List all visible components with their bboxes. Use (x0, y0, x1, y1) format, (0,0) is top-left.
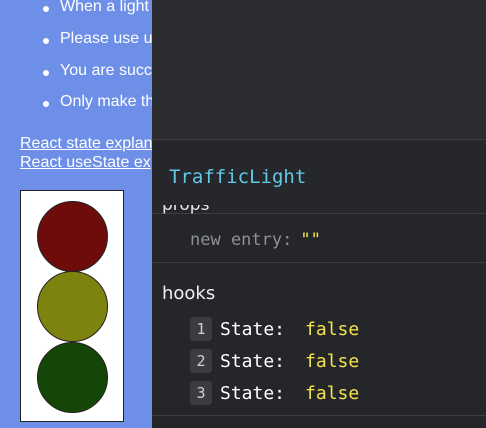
prop-key: new entry (190, 230, 283, 250)
traffic-light (20, 190, 124, 422)
section-divider (152, 415, 486, 416)
instruction-item: Please use u (43, 30, 152, 47)
reference-links: React state explan React useState ex (20, 134, 152, 172)
hook-value[interactable]: false (305, 383, 359, 404)
react-state-link[interactable]: React state explan (20, 134, 152, 153)
yellow-lamp[interactable] (37, 271, 108, 342)
instruction-item: You are succ (43, 62, 152, 79)
hook-row[interactable]: 1 State: false (190, 316, 359, 342)
hook-value[interactable]: false (305, 351, 359, 372)
hook-row[interactable]: 2 State: false (190, 348, 359, 374)
hook-key: State: (220, 350, 286, 372)
props-title: props (162, 205, 209, 214)
hook-index: 1 (190, 317, 212, 341)
hook-key: State: (220, 382, 286, 404)
green-lamp[interactable] (37, 342, 108, 413)
app-panel: When a light Please use u You are succ O… (0, 0, 152, 428)
prop-colon: : (282, 230, 293, 250)
hook-key: State: (220, 318, 286, 340)
prop-value[interactable]: "" (300, 230, 320, 250)
prop-row[interactable]: new entry: "" (190, 230, 321, 250)
section-divider (152, 262, 486, 263)
hooks-title: hooks (162, 283, 216, 304)
instruction-item: Only make th (42, 93, 152, 111)
hook-value[interactable]: false (305, 319, 359, 340)
component-header: TrafficLight (152, 140, 486, 214)
component-name: TrafficLight (169, 166, 307, 188)
hook-index: 2 (190, 349, 212, 373)
hook-index: 3 (190, 381, 212, 405)
devtools-panel: TrafficLight props new entry: "" hooks 1 … (152, 0, 486, 428)
react-usestate-link[interactable]: React useState ex (20, 153, 152, 172)
instruction-item: When a light (43, 0, 149, 15)
devtools-top-area (152, 0, 486, 140)
red-lamp[interactable] (37, 201, 108, 272)
hook-row[interactable]: 3 State: false (190, 380, 359, 406)
